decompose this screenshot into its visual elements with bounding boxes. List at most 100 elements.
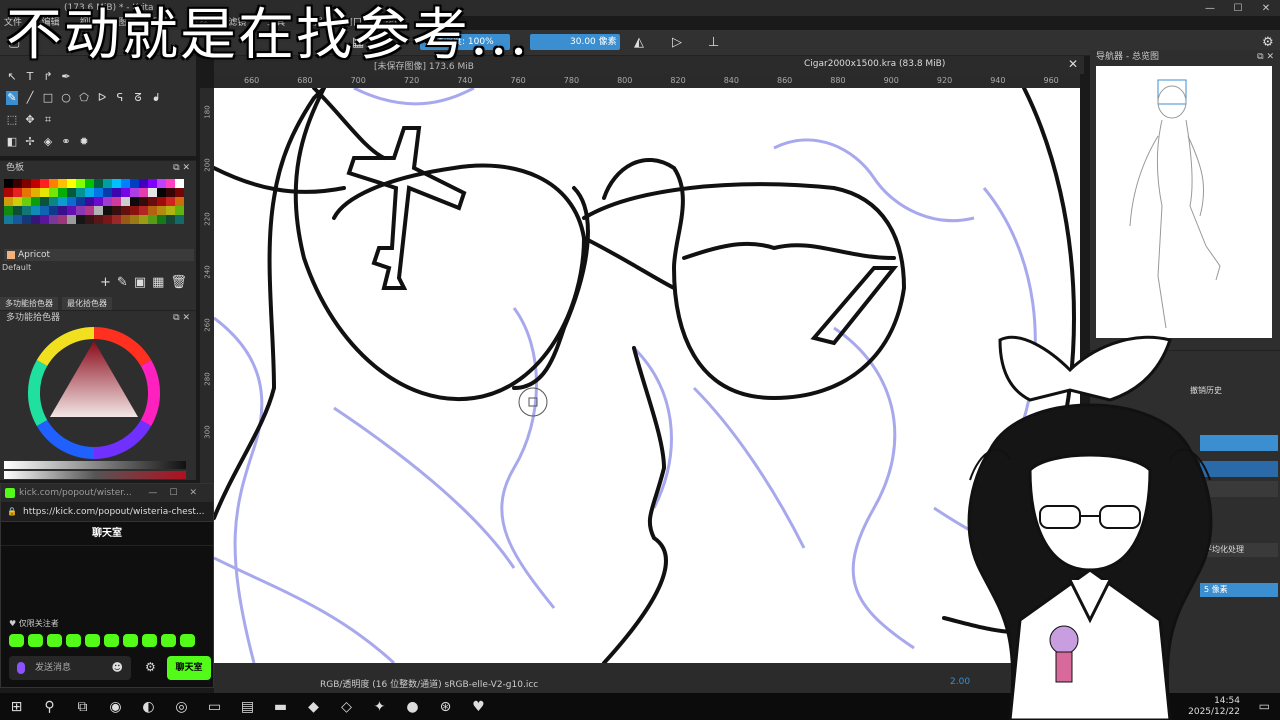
docker-float-icon[interactable]: ⧉ ✕ — [1257, 50, 1274, 64]
swatch[interactable] — [94, 215, 103, 224]
swatch[interactable] — [103, 206, 112, 215]
swatch[interactable] — [67, 188, 76, 197]
swatch[interactable] — [40, 215, 49, 224]
swatch[interactable] — [175, 179, 184, 188]
swatch[interactable] — [130, 197, 139, 206]
swatch[interactable] — [58, 206, 67, 215]
swatch[interactable] — [139, 206, 148, 215]
swatch[interactable] — [166, 188, 175, 197]
edge-browser-icon[interactable]: ◐ — [132, 693, 165, 720]
brush-tool-icon[interactable]: ✎ — [6, 91, 18, 105]
terminal-icon[interactable]: ▬ — [264, 693, 297, 720]
swatch[interactable] — [58, 188, 67, 197]
swatch[interactable] — [58, 215, 67, 224]
krita-icon[interactable]: ✦ — [363, 693, 396, 720]
shade-gradient-bar[interactable] — [4, 471, 186, 479]
save-palette-icon[interactable]: ▣ — [134, 275, 146, 290]
freehand-path-icon[interactable]: ᘔ — [132, 91, 144, 105]
swatch[interactable] — [166, 215, 175, 224]
app-icon[interactable]: ♥ — [462, 693, 495, 720]
browser-window-controls[interactable]: —☐✕ — [148, 484, 209, 502]
swatch[interactable] — [94, 179, 103, 188]
swatch[interactable] — [130, 188, 139, 197]
swatch[interactable] — [94, 197, 103, 206]
swatch[interactable] — [22, 188, 31, 197]
swatch[interactable] — [103, 188, 112, 197]
swatch[interactable] — [22, 197, 31, 206]
swatch[interactable] — [157, 188, 166, 197]
swatch[interactable] — [49, 206, 58, 215]
swatch[interactable] — [49, 179, 58, 188]
swatch[interactable] — [13, 197, 22, 206]
color-wheel[interactable] — [26, 325, 162, 461]
swatch[interactable] — [4, 197, 13, 206]
app-icon[interactable]: ◇ — [330, 693, 363, 720]
swatch[interactable] — [76, 179, 85, 188]
swatch[interactable] — [22, 179, 31, 188]
swatch[interactable] — [85, 197, 94, 206]
swatch[interactable] — [31, 188, 40, 197]
emote-icon[interactable] — [28, 634, 43, 647]
bezier-icon[interactable]: ᕋ — [114, 91, 126, 105]
ellipse-tool-icon[interactable]: ○ — [60, 91, 72, 105]
swatch[interactable] — [67, 179, 76, 188]
document-tab-cigar[interactable]: Cigar2000x1500.kra (83.8 MiB) — [804, 59, 945, 69]
swatch[interactable] — [112, 179, 121, 188]
swatch[interactable] — [139, 215, 148, 224]
swatch[interactable] — [49, 197, 58, 206]
swatch[interactable] — [112, 206, 121, 215]
drawing-canvas[interactable] — [214, 88, 1080, 663]
swatch[interactable] — [85, 179, 94, 188]
value-gradient-bar[interactable] — [4, 461, 186, 469]
swatch[interactable] — [13, 206, 22, 215]
chat-settings-icon[interactable]: ⚙ — [145, 660, 156, 674]
grid-view-icon[interactable]: ▦ — [152, 275, 164, 290]
emote-icon[interactable] — [123, 634, 138, 647]
delete-swatch-icon[interactable]: 🗑 — [170, 275, 187, 290]
minimize-icon[interactable]: — — [1196, 0, 1224, 16]
current-swatch-name[interactable]: Apricot — [4, 249, 194, 261]
swatch[interactable] — [148, 197, 157, 206]
swatch[interactable] — [130, 179, 139, 188]
swatch[interactable] — [157, 206, 166, 215]
chrome-browser-icon[interactable]: ◎ — [165, 693, 198, 720]
start-icon[interactable]: ⊞ — [0, 693, 33, 720]
swatch[interactable] — [175, 197, 184, 206]
assistant-tool-icon[interactable]: ✹ — [78, 135, 90, 148]
app-icon[interactable]: ◆ — [297, 693, 330, 720]
docker-float-icon[interactable]: ⧉ ✕ — [173, 311, 190, 325]
swatch[interactable] — [157, 215, 166, 224]
tab-minimal-picker[interactable]: 最化拾色器 — [62, 297, 112, 310]
emote-icon[interactable] — [180, 634, 195, 647]
notification-icon[interactable]: ▭ — [1259, 699, 1270, 713]
swatch[interactable] — [121, 197, 130, 206]
swatch[interactable] — [175, 188, 184, 197]
obs-icon[interactable]: ⊛ — [429, 693, 462, 720]
emote-icon[interactable] — [104, 634, 119, 647]
swatch[interactable] — [31, 215, 40, 224]
polygon-tool-icon[interactable]: ⬠ — [78, 91, 90, 105]
swatch[interactable] — [4, 188, 13, 197]
swatch[interactable] — [22, 206, 31, 215]
rectangle-tool-icon[interactable]: □ — [42, 91, 54, 105]
emote-icon[interactable] — [66, 634, 81, 647]
mic-icon[interactable] — [17, 662, 25, 674]
wrap-icon[interactable]: ⊥ — [708, 35, 719, 50]
add-swatch-icon[interactable]: + — [100, 275, 111, 290]
search-icon[interactable]: ⚲ — [33, 693, 66, 720]
swatch[interactable] — [13, 188, 22, 197]
swatch[interactable] — [148, 179, 157, 188]
swatch[interactable] — [112, 188, 121, 197]
chat-message-input[interactable]: 发送消息 ☻ — [9, 656, 131, 680]
mirror-vertical-icon[interactable]: ▷ — [672, 35, 682, 50]
task-view-icon[interactable]: ⧉ — [66, 693, 99, 720]
notepad-icon[interactable]: ▤ — [231, 693, 264, 720]
swatch[interactable] — [139, 179, 148, 188]
swatch[interactable] — [112, 197, 121, 206]
swatch[interactable] — [4, 206, 13, 215]
swatch[interactable] — [94, 206, 103, 215]
emoji-icon[interactable]: ☻ — [112, 656, 123, 680]
polyline-icon[interactable]: ᐅ — [96, 91, 108, 105]
swatch-grid[interactable] — [4, 179, 186, 229]
swatch[interactable] — [121, 179, 130, 188]
